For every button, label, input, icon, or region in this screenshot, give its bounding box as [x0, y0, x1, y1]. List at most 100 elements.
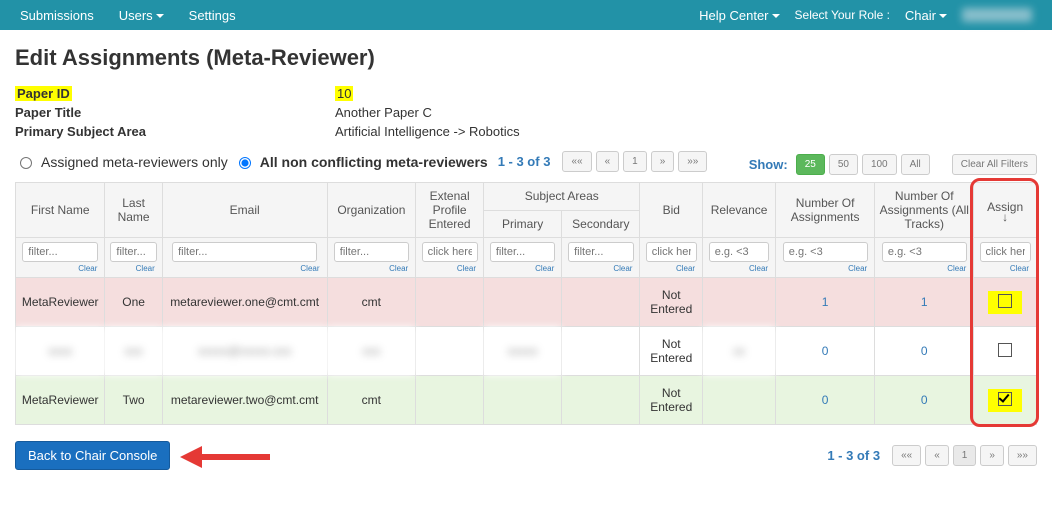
col-num-assignments[interactable]: Number Of Assignments — [776, 183, 875, 238]
col-bid[interactable]: Bid — [640, 183, 703, 238]
clear-filter[interactable]: Clear — [136, 264, 155, 273]
clear-filter[interactable]: Clear — [676, 264, 695, 273]
col-ext-profile[interactable]: Extenal Profile Entered — [416, 183, 484, 238]
col-org[interactable]: Organization — [327, 183, 416, 238]
show-25[interactable]: 25 — [796, 154, 825, 175]
arrow-head-icon — [180, 446, 202, 468]
show-all[interactable]: All — [901, 154, 930, 175]
cell-last-name: One — [105, 278, 162, 327]
table-row: MetaReviewerOnemetareviewer.one@cmt.cmtc… — [16, 278, 1037, 327]
filter-last-name[interactable] — [110, 242, 156, 262]
nav-submissions[interactable]: Submissions — [20, 8, 94, 23]
pager-last[interactable]: »» — [1008, 445, 1037, 466]
paper-title-value: Another Paper C — [335, 105, 1037, 120]
cell-first-name: MetaReviewer — [16, 376, 105, 425]
col-email[interactable]: Email — [162, 183, 327, 238]
arrow-shaft — [200, 454, 270, 460]
page-title: Edit Assignments (Meta-Reviewer) — [15, 45, 1037, 71]
user-info[interactable] — [962, 8, 1032, 22]
cell-email: metareviewer.two@cmt.cmt — [162, 376, 327, 425]
cell-assign — [974, 376, 1037, 425]
pager-page[interactable]: 1 — [623, 151, 647, 172]
filter-ext[interactable] — [422, 242, 478, 262]
chevron-down-icon — [156, 14, 164, 18]
assign-checkbox[interactable] — [998, 392, 1012, 406]
table-row: xxxxxxxxxxxx@xxxxx.xxxxxxxxxxxNot Entere… — [16, 327, 1037, 376]
nav-users[interactable]: Users — [119, 8, 164, 23]
cell-primary — [484, 278, 562, 327]
radio-all-nonconflicting-label[interactable]: All non conflicting meta-reviewers — [260, 154, 488, 170]
filter-org[interactable] — [334, 242, 409, 262]
filter-numall[interactable] — [882, 242, 967, 262]
clear-filter[interactable]: Clear — [613, 264, 632, 273]
cell-numall: 1 — [875, 278, 974, 327]
cell-relevance: xx — [703, 327, 776, 376]
cell-bid: Not Entered — [640, 278, 703, 327]
table-row: MetaReviewerTwometareviewer.two@cmt.cmtc… — [16, 376, 1037, 425]
clear-filter[interactable]: Clear — [947, 264, 966, 273]
cell-first-name: MetaReviewer — [16, 278, 105, 327]
sort-desc-icon: ↓ — [978, 214, 1032, 220]
col-first-name[interactable]: First Name — [16, 183, 105, 238]
help-center-link[interactable]: Help Center — [699, 8, 779, 23]
clear-filter[interactable]: Clear — [535, 264, 554, 273]
cell-relevance — [703, 278, 776, 327]
col-assign[interactable]: Assign↓ — [974, 183, 1037, 238]
clear-filter[interactable]: Clear — [848, 264, 867, 273]
cell-first-name: xxxx — [16, 327, 105, 376]
cell-num: 0 — [776, 327, 875, 376]
filter-secondary[interactable] — [568, 242, 634, 262]
cell-num: 1 — [776, 278, 875, 327]
topbar: Submissions Users Settings Help Center S… — [0, 0, 1052, 30]
clear-filter[interactable]: Clear — [1010, 264, 1029, 273]
clear-filter[interactable]: Clear — [389, 264, 408, 273]
subject-area-label: Primary Subject Area — [15, 124, 335, 139]
clear-filter[interactable]: Clear — [457, 264, 476, 273]
pager-last[interactable]: »» — [678, 151, 707, 172]
cell-relevance — [703, 376, 776, 425]
pager-bottom: «« « 1 » »» — [892, 445, 1037, 466]
col-relevance[interactable]: Relevance — [703, 183, 776, 238]
filter-first-name[interactable] — [22, 242, 98, 262]
cell-ext — [416, 376, 484, 425]
cell-email: metareviewer.one@cmt.cmt — [162, 278, 327, 327]
clear-all-filters-button[interactable]: Clear All Filters — [952, 154, 1037, 175]
pager-page[interactable]: 1 — [953, 445, 977, 466]
pager-prev[interactable]: « — [925, 445, 949, 466]
pager-next[interactable]: » — [651, 151, 675, 172]
filter-relevance[interactable] — [709, 242, 770, 262]
cell-numall: 0 — [875, 376, 974, 425]
filter-primary[interactable] — [490, 242, 556, 262]
radio-assigned-only[interactable] — [20, 157, 32, 169]
nav-settings[interactable]: Settings — [189, 8, 236, 23]
show-label: Show: — [749, 157, 788, 172]
radio-all-nonconflicting[interactable] — [239, 157, 251, 169]
col-num-assignments-all[interactable]: Number Of Assignments (All Tracks) — [875, 183, 974, 238]
col-primary[interactable]: Primary — [484, 210, 562, 238]
filter-bid[interactable] — [646, 242, 697, 262]
cell-ext — [416, 327, 484, 376]
radio-assigned-only-label[interactable]: Assigned meta-reviewers only — [41, 154, 228, 170]
pager-first[interactable]: «« — [562, 151, 591, 172]
assign-checkbox[interactable] — [998, 294, 1012, 308]
page-info-top: 1 - 3 of 3 — [498, 154, 551, 169]
show-50[interactable]: 50 — [829, 154, 858, 175]
show-100[interactable]: 100 — [862, 154, 897, 175]
assign-checkbox[interactable] — [998, 343, 1012, 357]
clear-filter[interactable]: Clear — [300, 264, 319, 273]
filter-num[interactable] — [783, 242, 868, 262]
pager-next[interactable]: » — [980, 445, 1004, 466]
col-last-name[interactable]: Last Name — [105, 183, 162, 238]
pager-first[interactable]: «« — [892, 445, 921, 466]
filter-assign[interactable] — [980, 242, 1031, 262]
cell-last-name: Two — [105, 376, 162, 425]
filter-email[interactable] — [172, 242, 317, 262]
role-selector[interactable]: Chair — [905, 8, 947, 23]
cell-secondary — [562, 327, 640, 376]
back-to-chair-console-button[interactable]: Back to Chair Console — [15, 441, 170, 470]
pager-prev[interactable]: « — [596, 151, 620, 172]
col-secondary[interactable]: Secondary — [562, 210, 640, 238]
role-label: Select Your Role : — [795, 8, 890, 22]
clear-filter[interactable]: Clear — [78, 264, 97, 273]
clear-filter[interactable]: Clear — [749, 264, 768, 273]
